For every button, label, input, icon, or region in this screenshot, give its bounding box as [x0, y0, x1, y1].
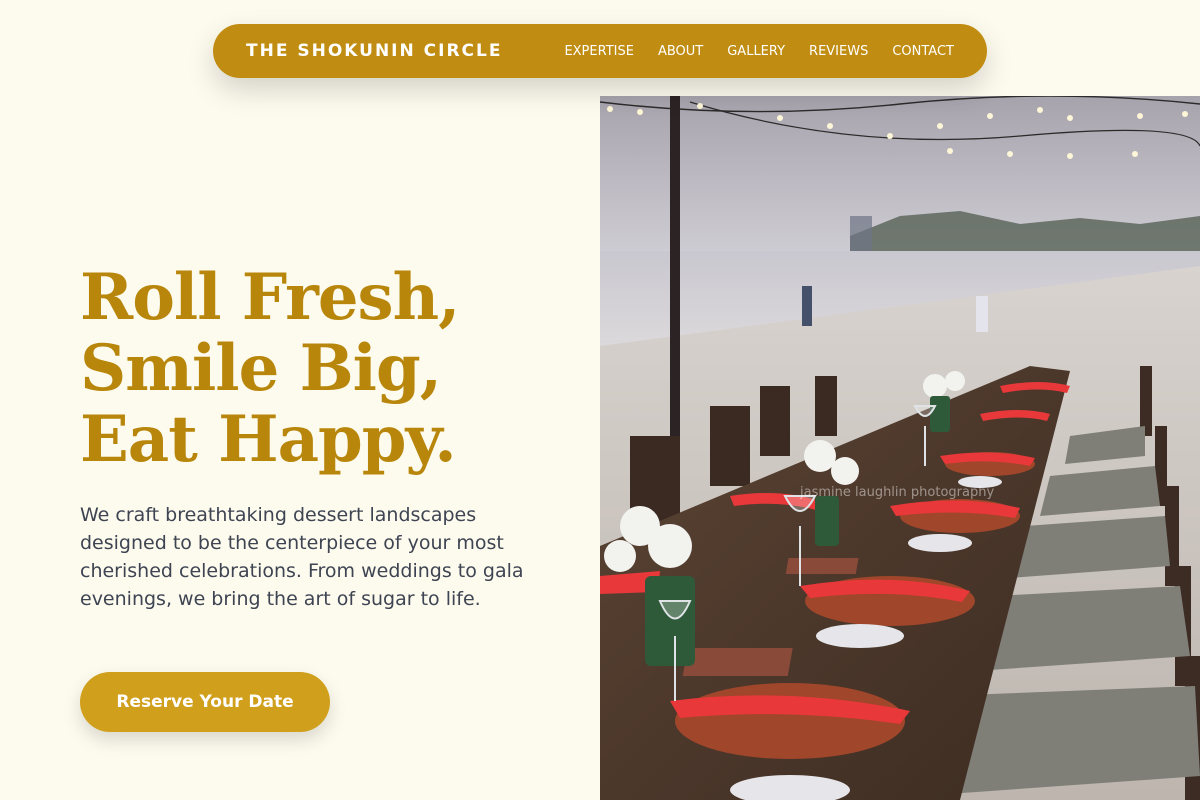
nav-link-reviews[interactable]: REVIEWS — [809, 44, 868, 59]
nav-link-contact[interactable]: CONTACT — [892, 44, 954, 59]
nav-links: EXPERTISE ABOUT GALLERY REVIEWS CONTACT — [540, 44, 954, 59]
hero-title: Roll Fresh, Smile Big, Eat Happy. — [80, 262, 580, 475]
nav-link-gallery[interactable]: GALLERY — [727, 44, 785, 59]
nav-link-expertise[interactable]: EXPERTISE — [564, 44, 634, 59]
reserve-date-button[interactable]: Reserve Your Date — [80, 672, 330, 732]
photo-watermark: jasmine laughlin photography — [799, 485, 994, 500]
hero-title-line-1: Roll Fresh, — [80, 260, 460, 335]
brand-logo[interactable]: THE SHOKUNIN CIRCLE — [246, 41, 502, 61]
hero-title-line-2: Smile Big, — [80, 331, 442, 406]
hero-description: We craft breathtaking dessert landscapes… — [80, 504, 524, 610]
top-navbar: THE SHOKUNIN CIRCLE EXPERTISE ABOUT GALL… — [213, 24, 987, 78]
nav-link-about[interactable]: ABOUT — [658, 44, 703, 59]
hero-banquet-photo: jasmine laughlin photography — [600, 96, 1200, 800]
hero-title-line-3: Eat Happy. — [80, 402, 457, 477]
landing-page: THE SHOKUNIN CIRCLE EXPERTISE ABOUT GALL… — [0, 0, 1200, 800]
